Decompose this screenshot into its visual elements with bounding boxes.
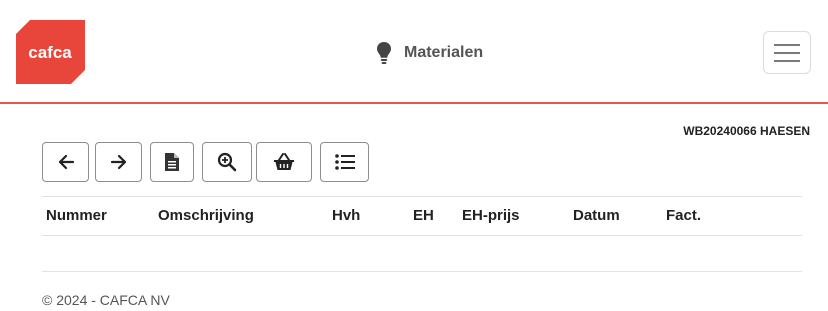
hamburger-menu-icon-bar	[774, 59, 800, 62]
list-icon	[334, 154, 355, 170]
document-icon	[165, 153, 179, 171]
document-button[interactable]	[150, 142, 194, 182]
back-button[interactable]	[42, 142, 89, 182]
column-header-datum[interactable]: Datum	[573, 207, 620, 224]
arrow-left-icon	[58, 154, 74, 170]
zoom-in-icon	[217, 152, 237, 172]
basket-icon	[274, 153, 294, 170]
document-id-label: WB20240066 HAESEN	[683, 124, 810, 138]
arrow-right-icon	[110, 154, 126, 170]
column-header-eh[interactable]: EH	[413, 207, 434, 224]
lightbulb-icon	[377, 42, 391, 64]
column-header-hvh[interactable]: Hvh	[332, 207, 360, 224]
forward-button[interactable]	[95, 142, 142, 182]
top-navbar: cafca Materialen	[0, 0, 828, 104]
footer-divider	[42, 271, 802, 272]
cafca-logo[interactable]: cafca	[16, 20, 85, 84]
basket-button[interactable]	[256, 142, 312, 182]
column-header-nummer[interactable]: Nummer	[46, 207, 107, 224]
list-button[interactable]	[320, 142, 369, 182]
svg-text:cafca: cafca	[28, 43, 72, 62]
page-heading: Materialen	[376, 40, 483, 66]
column-header-omschrijving[interactable]: Omschrijving	[158, 207, 254, 224]
table-header-row: Nummer Omschrijving Hvh EH EH-prijs Datu…	[42, 196, 802, 236]
page-title: Materialen	[404, 44, 484, 61]
hamburger-menu-icon-bar	[774, 43, 800, 46]
column-header-fact[interactable]: Fact.	[666, 207, 701, 224]
footer-copyright: © 2024 - CAFCA NV	[42, 292, 170, 308]
column-header-eh-prijs[interactable]: EH-prijs	[462, 207, 520, 224]
hamburger-menu-icon-bar	[774, 51, 800, 54]
zoom-button[interactable]	[202, 142, 252, 182]
hamburger-menu-button[interactable]	[763, 31, 811, 74]
